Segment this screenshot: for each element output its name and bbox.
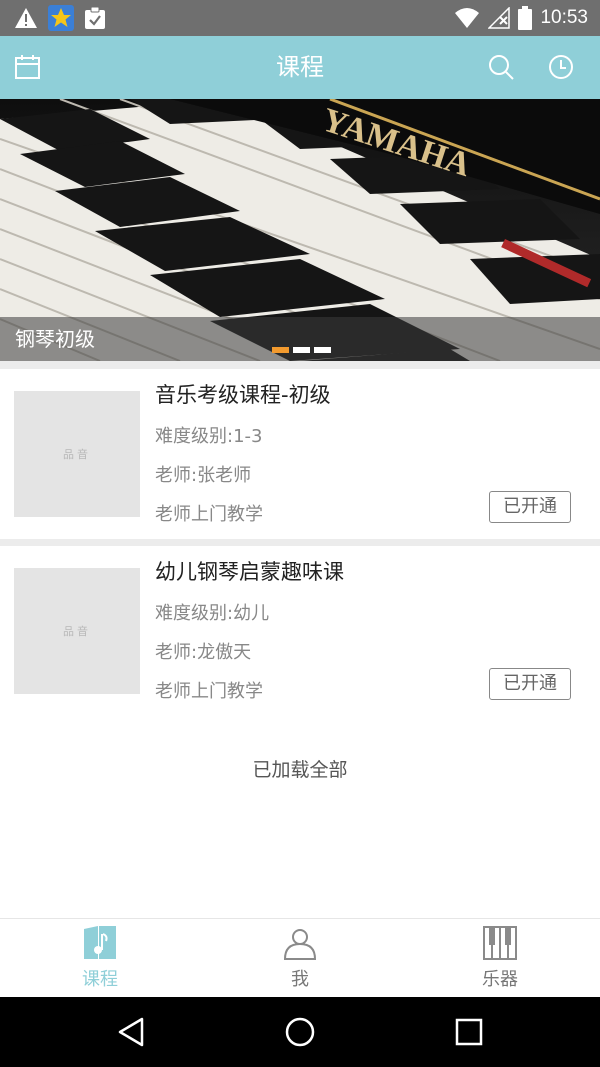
course-title: 音乐考级课程-初级 bbox=[155, 383, 331, 407]
clipboard-check-icon bbox=[85, 6, 105, 29]
back-triangle-icon[interactable] bbox=[114, 1015, 148, 1049]
carousel-dot bbox=[314, 347, 331, 353]
star-app-icon bbox=[48, 5, 74, 31]
course-status-button[interactable]: 已开通 bbox=[489, 491, 571, 523]
tab-courses[interactable]: 课程 bbox=[0, 919, 200, 998]
music-book-icon bbox=[84, 926, 116, 959]
course-thumbnail: 品音 bbox=[14, 568, 140, 694]
course-item[interactable]: 品音 幼儿钢琴启蒙趣味课 难度级别:幼儿 老师:龙傲天 老师上门教学 已开通 bbox=[0, 546, 600, 716]
piano-keys-icon bbox=[483, 926, 517, 960]
warning-icon bbox=[15, 8, 37, 28]
course-mode: 老师上门教学 bbox=[155, 681, 263, 702]
carousel-dot bbox=[293, 347, 310, 353]
thumb-placeholder-text: 品音 bbox=[63, 448, 91, 461]
course-status-button[interactable]: 已开通 bbox=[489, 668, 571, 700]
course-mode: 老师上门教学 bbox=[155, 504, 263, 525]
carousel-indicator bbox=[272, 347, 331, 353]
list-end-text: 已加载全部 bbox=[252, 759, 348, 781]
system-nav-bar bbox=[0, 997, 600, 1067]
course-thumbnail: 品音 bbox=[14, 391, 140, 517]
course-teacher: 老师:龙傲天 bbox=[155, 642, 252, 663]
banner-caption: 钢琴初级 bbox=[15, 327, 95, 351]
tab-label: 乐器 bbox=[482, 969, 518, 990]
divider bbox=[0, 361, 600, 369]
course-level: 难度级别:幼儿 bbox=[155, 603, 270, 624]
battery-icon bbox=[518, 6, 533, 30]
wifi-icon bbox=[455, 8, 480, 28]
tab-me[interactable]: 我 bbox=[200, 919, 400, 998]
app-header: 课程 bbox=[0, 36, 600, 99]
person-icon bbox=[283, 929, 317, 960]
history-clock-icon[interactable] bbox=[545, 51, 577, 83]
course-item[interactable]: 品音 音乐考级课程-初级 难度级别:1-3 老师:张老师 老师上门教学 已开通 bbox=[0, 369, 600, 539]
search-icon[interactable] bbox=[485, 51, 517, 83]
home-circle-icon[interactable] bbox=[283, 1015, 317, 1049]
no-signal-icon bbox=[488, 7, 511, 29]
course-teacher: 老师:张老师 bbox=[155, 465, 252, 486]
course-title: 幼儿钢琴启蒙趣味课 bbox=[155, 560, 344, 584]
tab-label: 我 bbox=[291, 969, 309, 990]
recents-square-icon[interactable] bbox=[452, 1015, 486, 1049]
bottom-tab-bar: 课程 我 乐器 bbox=[0, 918, 600, 997]
clock-time: 10:53 bbox=[540, 7, 588, 28]
tab-instruments[interactable]: 乐器 bbox=[400, 919, 600, 998]
banner-carousel[interactable]: YAMAHA 钢琴初级 bbox=[0, 99, 600, 361]
tab-label: 课程 bbox=[82, 969, 118, 990]
course-level: 难度级别:1-3 bbox=[155, 426, 263, 447]
thumb-placeholder-text: 品音 bbox=[63, 625, 91, 638]
carousel-dot-active bbox=[272, 347, 289, 353]
status-bar: 10:53 bbox=[0, 0, 600, 36]
